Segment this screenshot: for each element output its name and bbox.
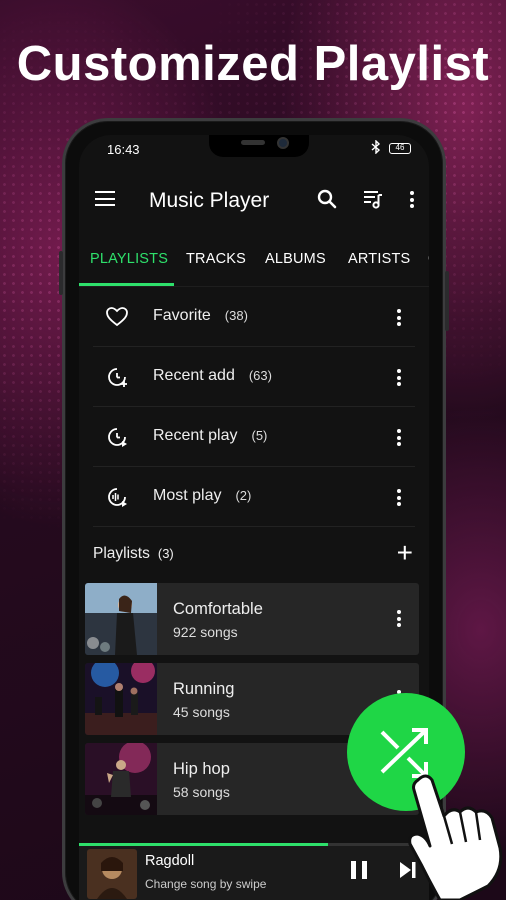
add-playlist-button[interactable]: +: [397, 537, 413, 569]
tab-indicator: [79, 283, 174, 286]
playlist-thumbnail: [85, 743, 157, 815]
notch: [209, 135, 309, 157]
now-playing-bar[interactable]: Ragdoll Change song by swipe: [79, 843, 429, 900]
progress-fill[interactable]: [79, 843, 328, 846]
smart-list-recent-play[interactable]: Recent play (5): [93, 407, 415, 467]
smart-list-most-play[interactable]: Most play (2): [93, 467, 415, 527]
album-art: [87, 849, 137, 899]
playlists-header-label: Playlists: [93, 545, 150, 562]
tab-playlists[interactable]: PLAYLISTS: [90, 251, 168, 267]
smart-list-label: Recent play: [153, 427, 238, 444]
playlist-song-count: 922 songs: [173, 624, 238, 640]
smart-list-count: (38): [224, 308, 248, 323]
heart-icon: [105, 305, 129, 329]
tab-more[interactable]: G: [428, 251, 429, 267]
bluetooth-icon: [371, 139, 381, 157]
tab-albums[interactable]: ALBUMS: [265, 251, 326, 267]
playlists-header: Playlists (3) +: [93, 531, 415, 575]
battery-indicator: 46: [389, 143, 411, 154]
smart-list-recent-add[interactable]: Recent add (63): [93, 347, 415, 407]
playlist-thumbnail: [85, 663, 157, 735]
volume-button: [59, 251, 63, 295]
smart-list-count: (5): [251, 428, 268, 443]
more-vert-icon[interactable]: [410, 191, 414, 211]
power-button: [445, 271, 449, 331]
status-time: 16:43: [107, 142, 140, 157]
playlists-header-count: (3): [157, 546, 174, 561]
playlist-title: Running: [173, 680, 235, 698]
clock-play-icon: [105, 425, 129, 449]
smart-list-label: Favorite: [153, 307, 211, 324]
pause-button[interactable]: [351, 861, 369, 881]
row-more-icon[interactable]: [397, 309, 401, 329]
row-more-icon[interactable]: [397, 489, 401, 509]
smart-list-label: Recent add: [153, 367, 235, 384]
audio-wave-icon: [105, 485, 129, 509]
playlist-song-count: 45 songs: [173, 704, 230, 720]
search-icon[interactable]: [315, 187, 339, 211]
queue-icon[interactable]: [361, 187, 385, 211]
tab-tracks[interactable]: TRACKS: [186, 251, 246, 267]
playlist-card[interactable]: Comfortable 922 songs: [85, 583, 419, 655]
row-more-icon[interactable]: [397, 429, 401, 449]
tab-artists[interactable]: ARTISTS: [348, 251, 410, 267]
menu-icon[interactable]: [95, 191, 115, 211]
app-title: Music Player: [149, 189, 270, 212]
tap-hand-illustration: [400, 770, 506, 900]
smart-list-favorite[interactable]: Favorite (38): [93, 287, 415, 347]
app-bar: Music Player: [79, 171, 429, 235]
front-camera: [277, 137, 289, 149]
playlist-song-count: 58 songs: [173, 784, 230, 800]
playlists-content: Favorite (38) Recent add (63) Recent play (…: [79, 287, 429, 900]
playlist-title: Hip hop: [173, 760, 230, 778]
playlist-more-icon[interactable]: [397, 610, 401, 630]
promo-headline: Customized Playlist: [16, 37, 490, 91]
playlist-title: Comfortable: [173, 600, 263, 618]
now-playing-hint: Change song by swipe: [145, 877, 267, 891]
speaker: [241, 140, 265, 145]
smart-list-count: (2): [235, 488, 252, 503]
tab-bar: PLAYLISTS TRACKS ALBUMS ARTISTS G: [79, 235, 429, 287]
now-playing-title: Ragdoll: [145, 853, 195, 869]
clock-add-icon: [105, 365, 129, 389]
smart-list-count: (63): [248, 368, 272, 383]
smart-list-label: Most play: [153, 487, 222, 504]
playlist-thumbnail: [85, 583, 157, 655]
row-more-icon[interactable]: [397, 369, 401, 389]
